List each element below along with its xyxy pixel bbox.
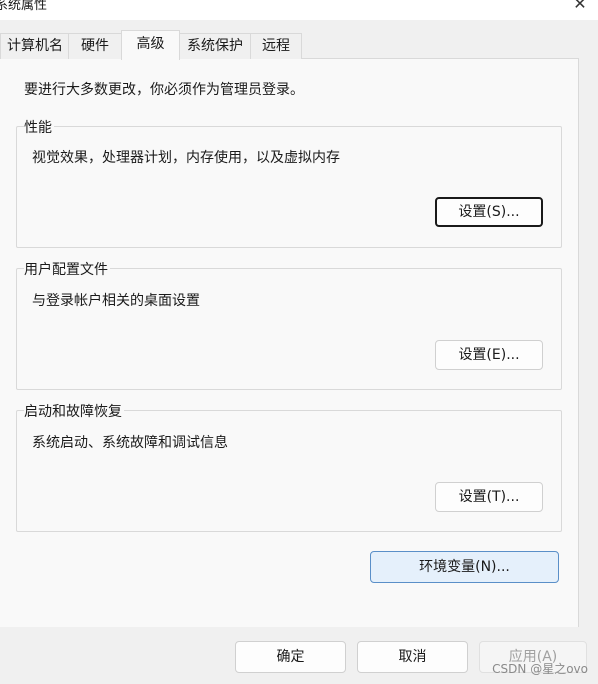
cancel-button[interactable]: 取消 bbox=[357, 641, 468, 673]
window-title: 系统属性 bbox=[0, 0, 48, 13]
user-profiles-group bbox=[16, 268, 562, 390]
title-bar: 系统属性 ✕ bbox=[0, 0, 598, 20]
close-icon[interactable]: ✕ bbox=[570, 0, 590, 14]
tab-advanced[interactable]: 高级 bbox=[121, 30, 180, 60]
tab-computer-name[interactable]: 计算机名 bbox=[0, 33, 70, 59]
startup-recovery-settings-button[interactable]: 设置(T)... bbox=[435, 482, 543, 512]
performance-group bbox=[16, 126, 562, 248]
ok-button[interactable]: 确定 bbox=[235, 641, 346, 673]
user-profiles-settings-button[interactable]: 设置(E)... bbox=[435, 340, 543, 370]
watermark: CSDN @星之ovo bbox=[492, 662, 588, 676]
tab-remote[interactable]: 远程 bbox=[250, 33, 302, 59]
startup-recovery-description: 系统启动、系统故障和调试信息 bbox=[32, 435, 228, 451]
user-profiles-description: 与登录帐户相关的桌面设置 bbox=[32, 293, 200, 309]
startup-recovery-group-title: 启动和故障恢复 bbox=[24, 401, 124, 421]
tab-hardware[interactable]: 硬件 bbox=[68, 33, 122, 59]
performance-description: 视觉效果，处理器计划，内存使用，以及虚拟内存 bbox=[32, 150, 340, 166]
admin-note: 要进行大多数更改，你必须作为管理员登录。 bbox=[24, 82, 304, 98]
startup-recovery-group bbox=[16, 410, 562, 532]
performance-settings-button[interactable]: 设置(S)... bbox=[435, 197, 543, 227]
performance-group-title: 性能 bbox=[24, 117, 54, 137]
user-profiles-group-title: 用户配置文件 bbox=[24, 259, 110, 279]
tab-system-protection[interactable]: 系统保护 bbox=[178, 33, 252, 59]
environment-variables-button[interactable]: 环境变量(N)... bbox=[370, 551, 559, 583]
